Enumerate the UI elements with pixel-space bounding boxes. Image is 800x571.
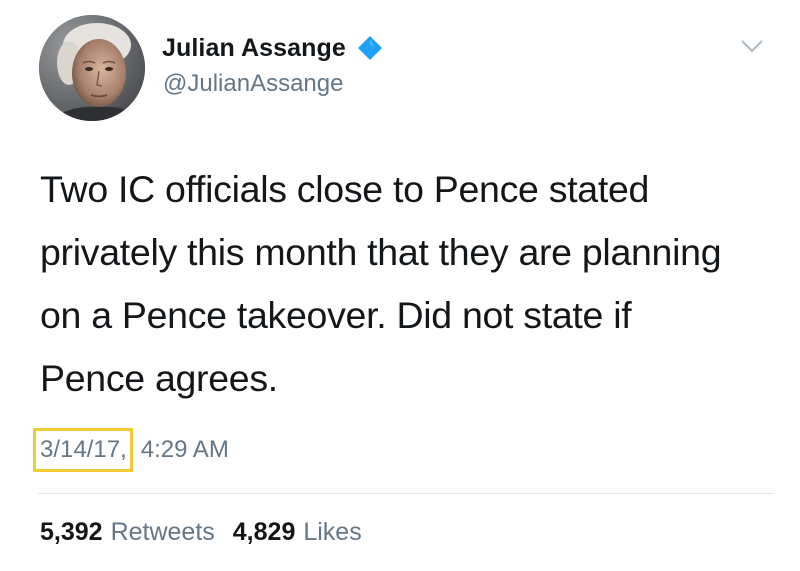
tweet-text: Two IC officials close to Pence stated p… <box>40 168 722 399</box>
likes-count: 4,829 <box>232 518 296 546</box>
avatar-image <box>39 15 145 121</box>
retweets-label: Retweets <box>110 518 215 546</box>
retweets-stat[interactable]: 5,392 Retweets <box>40 518 233 547</box>
author-name-row: Julian Assange <box>162 30 385 66</box>
chevron-down-icon[interactable] <box>740 38 764 54</box>
avatar[interactable] <box>39 15 145 121</box>
divider <box>38 493 774 494</box>
tweet-date: 3/14/17, <box>33 428 133 472</box>
author-display-name[interactable]: Julian Assange <box>162 34 346 63</box>
tweet-time: 4:29 AM <box>140 436 229 463</box>
likes-label: Likes <box>303 518 362 546</box>
retweets-count: 5,392 <box>40 518 103 546</box>
tweet-timestamp[interactable]: 3/14/17, 4:29 AM <box>33 425 229 475</box>
verified-badge-icon <box>357 36 382 60</box>
author-handle[interactable]: @JulianAssange <box>163 70 343 98</box>
tweet-stats: 5,392 Retweets 4,829 Likes <box>40 518 380 547</box>
likes-stat[interactable]: 4,829 Likes <box>233 518 380 547</box>
tweet-card: Julian Assange @JulianAssange Two IC off… <box>0 0 800 571</box>
